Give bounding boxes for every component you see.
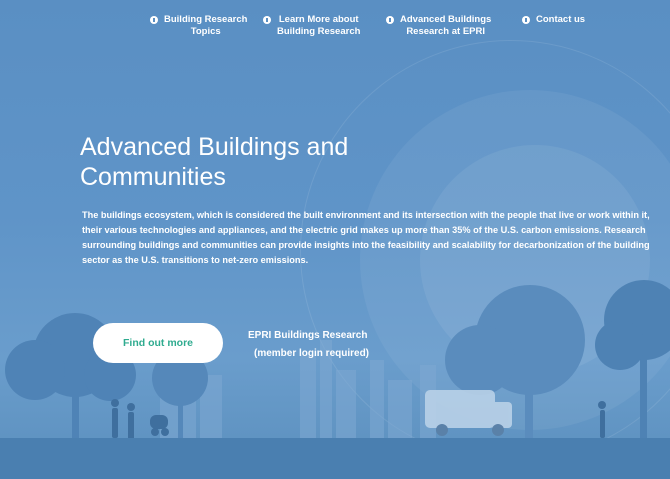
nav-item-label: Contact us — [536, 14, 586, 25]
nav-item-contact-us[interactable]: Contact us — [522, 14, 585, 26]
tree-far-right — [595, 280, 670, 445]
member-link-line2: (member login required) — [254, 348, 370, 359]
nav-item-learn-more[interactable]: Learn More about Building Research — [263, 14, 360, 38]
info-icon — [386, 16, 394, 24]
van — [425, 390, 512, 436]
page-title: Advanced Buildings and Communities — [80, 133, 349, 191]
nav-item-label: Advanced Buildings Research at EPRI — [400, 14, 492, 37]
epri-buildings-research-link[interactable]: EPRI Buildings Research (member login re… — [248, 327, 369, 363]
hero-section: Building Research Topics Learn More abou… — [0, 0, 670, 479]
member-link-line1: EPRI Buildings Research — [248, 330, 368, 341]
nav-item-building-research-topics[interactable]: Building Research Topics — [150, 14, 247, 38]
info-icon — [263, 16, 271, 24]
find-out-more-button[interactable]: Find out more — [93, 323, 223, 363]
info-icon — [150, 16, 158, 24]
hero-description: The buildings ecosystem, which is consid… — [82, 210, 650, 265]
nav-item-label: Learn More about Building Research — [277, 14, 361, 37]
nav-item-advanced-buildings-research[interactable]: Advanced Buildings Research at EPRI — [386, 14, 491, 38]
nav-item-label: Building Research Topics — [164, 14, 248, 37]
info-icon — [522, 16, 530, 24]
top-navigation: Building Research Topics Learn More abou… — [0, 14, 670, 50]
ground-band — [0, 438, 670, 479]
